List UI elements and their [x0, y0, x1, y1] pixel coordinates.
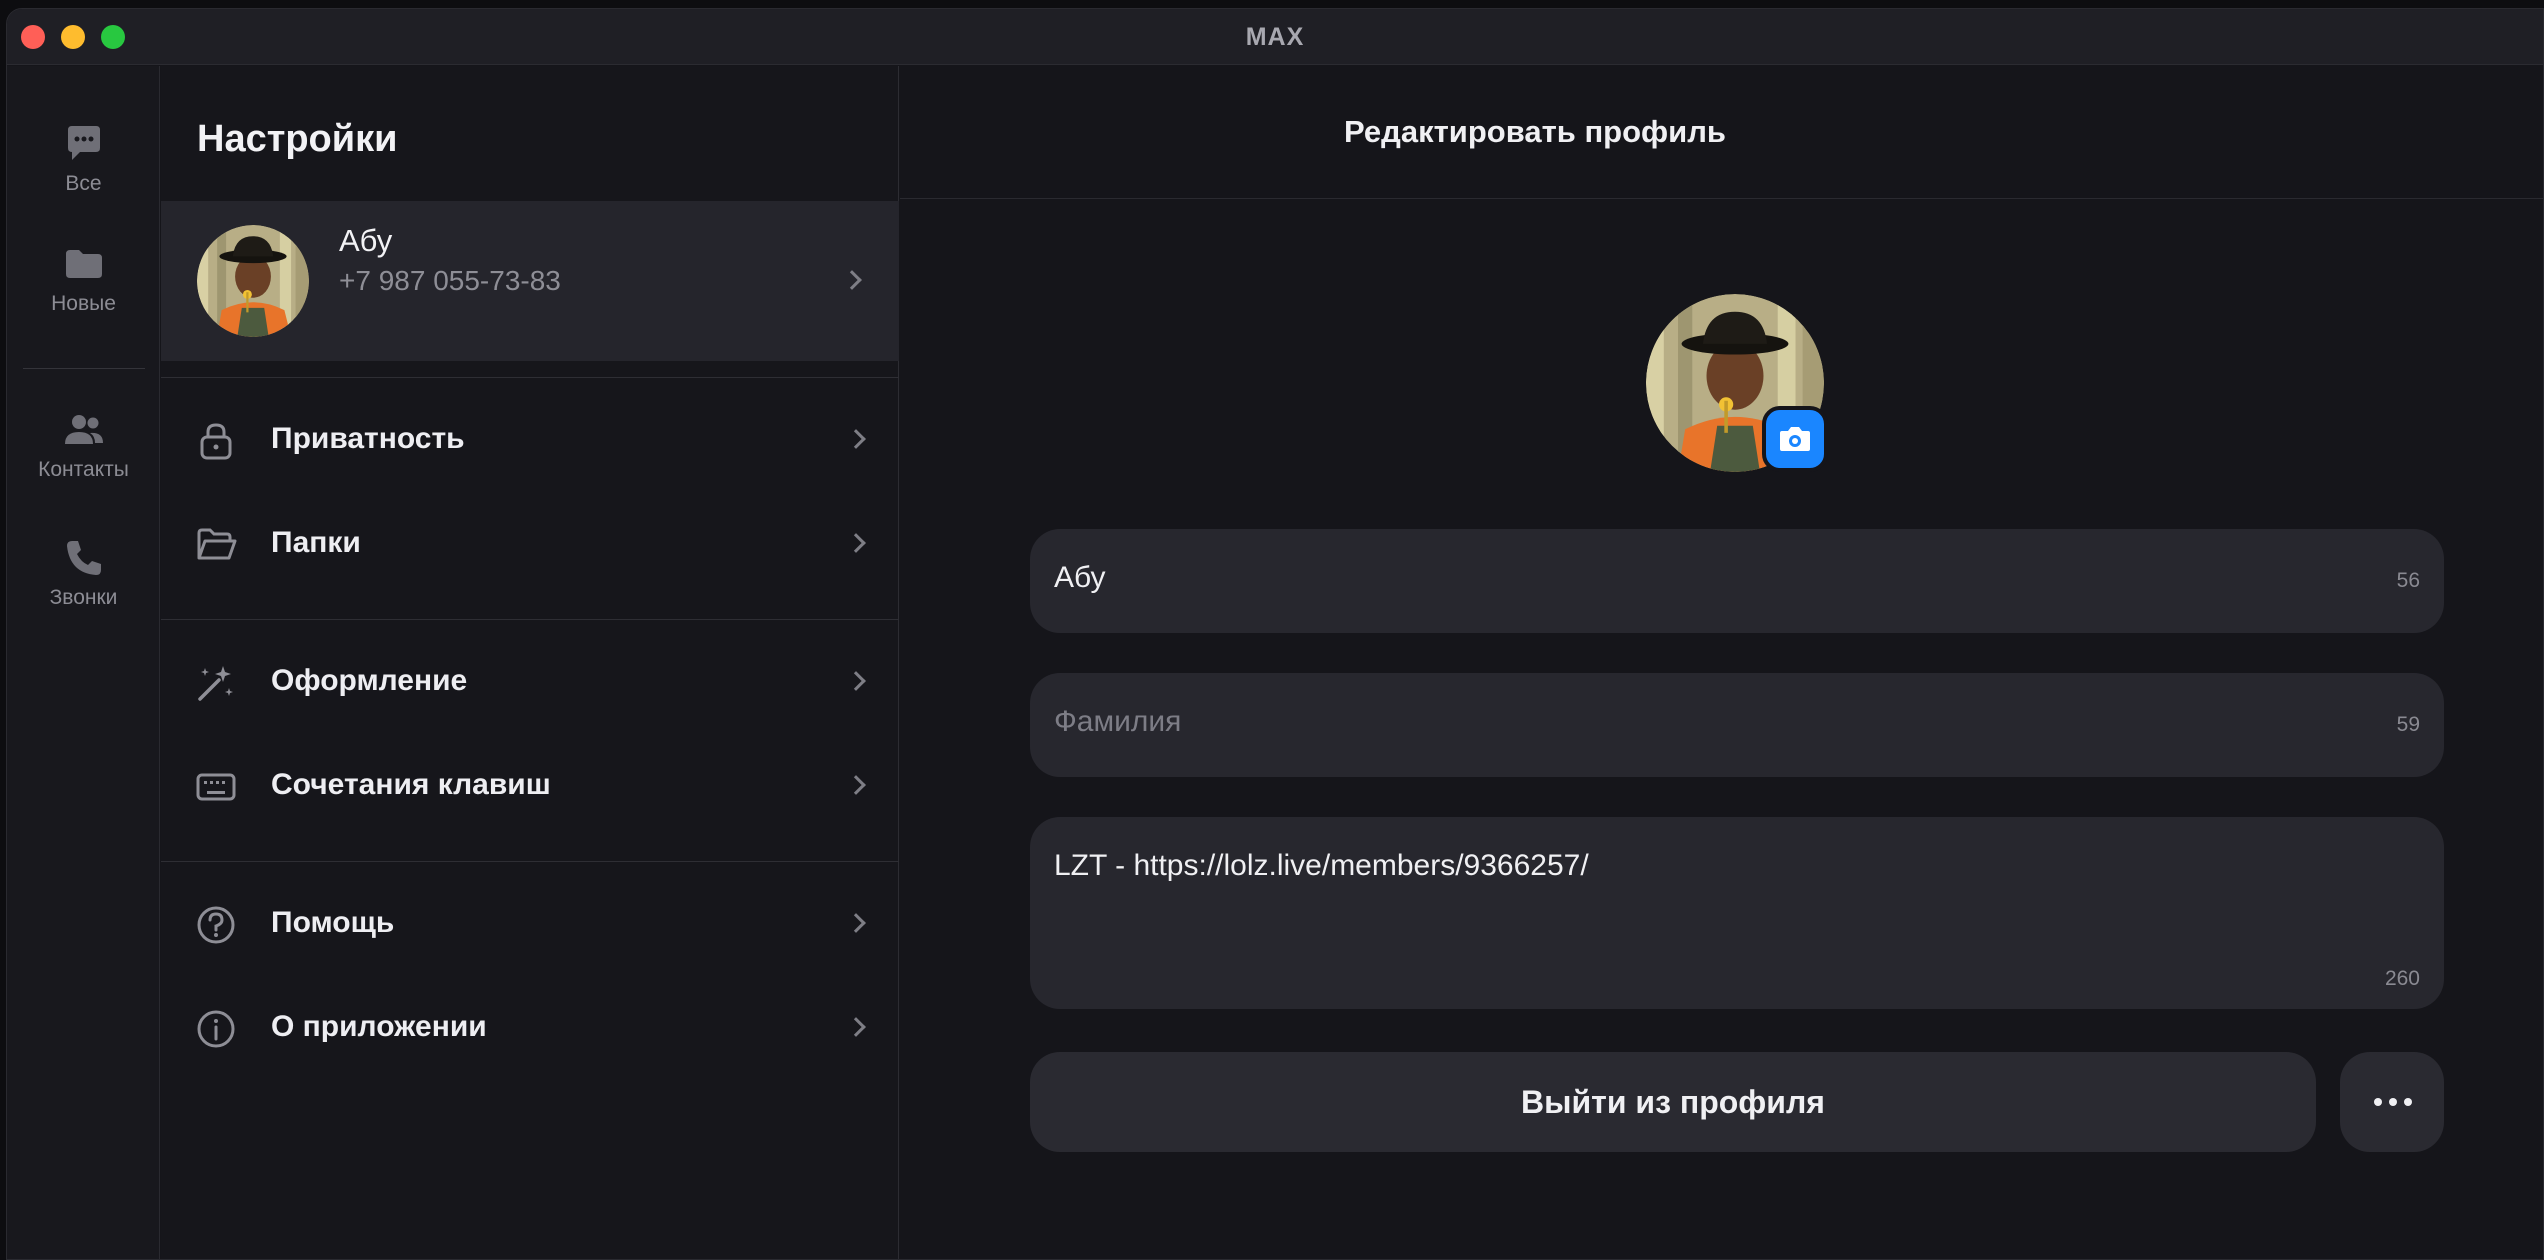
- rail-item-label: Звонки: [49, 586, 118, 609]
- phone-icon: [66, 541, 101, 575]
- rail-item-label: Новые: [51, 292, 116, 315]
- menu-item-about[interactable]: О приложении: [161, 988, 899, 1068]
- help-icon: [197, 906, 235, 944]
- divider: [161, 377, 899, 378]
- more-dots-icon: [2374, 1098, 2412, 1106]
- folder-icon: [65, 250, 102, 278]
- profile-name: Абу: [339, 223, 393, 258]
- panel-title: Редактировать профиль: [1344, 114, 1726, 149]
- avatar: [197, 225, 309, 337]
- menu-item-folders[interactable]: Папки: [161, 504, 899, 584]
- profile-phone: +7 987 055-73-83: [339, 265, 561, 296]
- first-name-value: Абу: [1054, 561, 1106, 594]
- info-icon: [197, 1010, 235, 1048]
- menu-item-shortcuts[interactable]: Сочетания клавиш: [161, 746, 899, 826]
- chat-bubble-icon: [67, 126, 100, 160]
- keyboard-icon: [196, 773, 236, 801]
- nav-rail: Все Новые Контакты Звонки: [7, 66, 160, 1259]
- divider: [161, 861, 899, 862]
- logout-button[interactable]: Выйти из профиля: [1030, 1052, 2316, 1152]
- rail-item-all[interactable]: Все: [7, 122, 160, 196]
- menu-item-label: Помощь: [271, 906, 395, 939]
- menu-item-label: Папки: [271, 526, 361, 559]
- bio-value: LZT - https://lolz.live/members/9366257/: [1054, 849, 1589, 882]
- logout-label: Выйти из профиля: [1521, 1084, 1825, 1120]
- divider: [161, 619, 899, 620]
- camera-icon: [1780, 427, 1810, 451]
- chevron-right-icon: [846, 429, 866, 449]
- menu-item-label: Сочетания клавиш: [271, 768, 551, 801]
- menu-item-label: Приватность: [271, 422, 465, 455]
- menu-item-privacy[interactable]: Приватность: [161, 400, 899, 480]
- folder-open-icon: [197, 528, 237, 560]
- last-name-counter: 59: [2396, 713, 2420, 736]
- last-name-field[interactable]: Фамилия 59: [1030, 673, 2444, 777]
- rail-item-label: Контакты: [38, 458, 129, 481]
- settings-panel: Настройки Абу +7 987 055-73-83 Приватнос…: [161, 66, 899, 1259]
- chevron-right-icon: [846, 1017, 866, 1037]
- window-title: MAX: [1245, 23, 1305, 51]
- menu-item-label: Оформление: [271, 664, 468, 697]
- panel-header: Редактировать профиль: [900, 66, 2543, 199]
- change-photo-button[interactable]: [1762, 406, 1828, 472]
- chevron-right-icon: [846, 775, 866, 795]
- profile-card[interactable]: Абу +7 987 055-73-83: [161, 201, 899, 361]
- chevron-right-icon: [842, 270, 862, 290]
- menu-item-label: О приложении: [271, 1010, 487, 1043]
- title-bar: MAX: [7, 9, 2543, 65]
- bio-field[interactable]: LZT - https://lolz.live/members/9366257/…: [1030, 817, 2444, 1009]
- chevron-right-icon: [846, 671, 866, 691]
- app-window: MAX Все Новые Контакты Звонки Настройки …: [6, 8, 2544, 1260]
- rail-item-label: Все: [65, 172, 102, 195]
- lock-icon: [200, 423, 232, 460]
- rail-item-new[interactable]: Новые: [7, 242, 160, 316]
- last-name-placeholder: Фамилия: [1054, 705, 1182, 738]
- settings-title: Настройки: [197, 118, 398, 160]
- bio-counter: 260: [2384, 967, 2420, 990]
- rail-item-contacts[interactable]: Контакты: [7, 408, 160, 482]
- more-options-button[interactable]: [2340, 1052, 2444, 1152]
- magic-wand-icon: [198, 666, 233, 701]
- first-name-field[interactable]: Абу 56: [1030, 529, 2444, 633]
- edit-profile-panel: Редактировать профиль Абу 56 Фамилия 59 …: [900, 66, 2543, 1259]
- rail-item-calls[interactable]: Звонки: [7, 536, 160, 610]
- menu-item-appearance[interactable]: Оформление: [161, 642, 899, 722]
- rail-divider: [23, 368, 145, 369]
- contacts-icon: [64, 415, 103, 444]
- first-name-counter: 56: [2396, 569, 2420, 592]
- chevron-right-icon: [846, 533, 866, 553]
- chevron-right-icon: [846, 913, 866, 933]
- menu-item-help[interactable]: Помощь: [161, 884, 899, 964]
